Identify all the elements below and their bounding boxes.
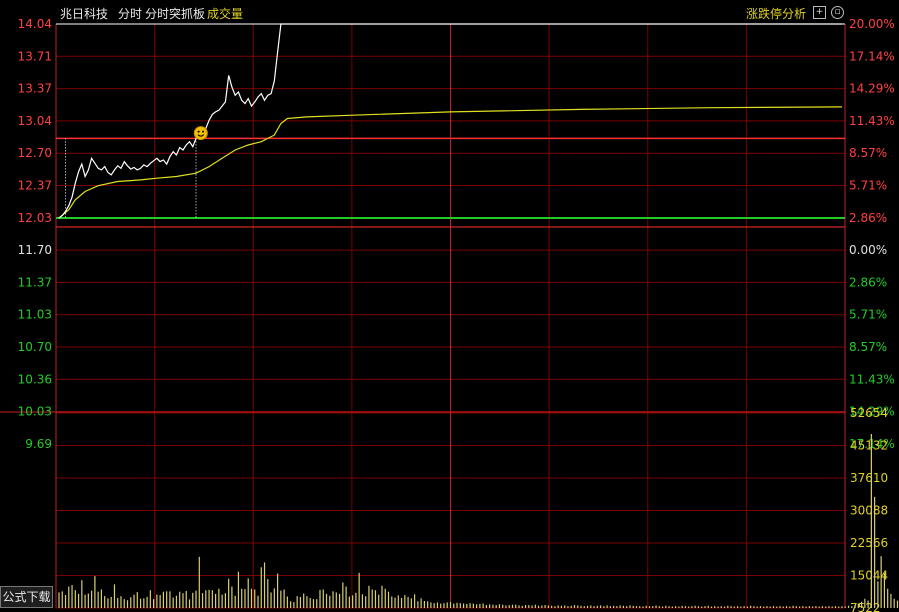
circle-toggle-icon[interactable]: ▫ — [831, 6, 844, 19]
grid-lines — [0, 23, 846, 609]
smiley-marker-icon[interactable] — [193, 126, 208, 141]
price-axis: 14.04 13.71 13.37 13.04 12.70 12.37 12.03 11.70… — [18, 17, 52, 451]
volume-tick-label: 45132 — [850, 439, 888, 453]
menu-intraday[interactable]: 分时 — [118, 5, 142, 22]
percent-tick-label: 11.43% — [849, 372, 895, 386]
price-tick-label: 13.71 — [18, 49, 52, 63]
formula-download-button[interactable]: 公式下载 — [0, 586, 53, 608]
percent-tick-label: 8.57% — [849, 146, 887, 160]
price-tick-label: 10.03 — [18, 405, 52, 419]
percent-tick-label: 0.00% — [849, 243, 887, 257]
percent-axis: 20.00% 17.14% 14.29% 11.43% 8.57% 5.71% 2.86% 0… — [849, 17, 895, 451]
percent-tick-label: 5.71% — [849, 308, 887, 322]
price-tick-label: 13.37 — [18, 82, 52, 96]
percent-tick-label: 2.86% — [849, 211, 887, 225]
price-tick-label: 12.70 — [18, 146, 52, 160]
price-tick-label: 11.03 — [18, 308, 52, 322]
smiley-eye — [202, 130, 205, 133]
limit-analysis-link[interactable]: 涨跌停分析 — [746, 5, 806, 22]
volume-bars — [58, 433, 899, 608]
price-tick-label: 10.36 — [18, 372, 52, 386]
volume-label[interactable]: 成交量 — [207, 5, 243, 22]
percent-tick-label: 5.71% — [849, 179, 887, 193]
volume-tick-label: 15044 — [850, 569, 888, 583]
percent-tick-label: 8.57% — [849, 340, 887, 354]
volume-tick-label: 52654 — [850, 406, 888, 420]
intraday-chart[interactable]: 14.04 13.71 13.37 13.04 12.70 12.37 12.03 11.70… — [0, 0, 899, 612]
percent-tick-label: 20.00% — [849, 17, 895, 31]
price-tick-label: 11.37 — [18, 275, 52, 289]
volume-tick-label: 30088 — [850, 504, 888, 518]
plus-icon[interactable]: + — [813, 6, 826, 19]
smiley-eye — [197, 130, 200, 133]
price-tick-label: 14.04 — [18, 17, 52, 31]
menu-breakout[interactable]: 分时突抓板 — [145, 5, 205, 22]
price-tick-label: 10.70 — [18, 340, 52, 354]
price-tick-label: 12.03 — [18, 211, 52, 225]
volume-tick-label: 37610 — [850, 471, 888, 485]
volume-tick-label: 22566 — [850, 536, 888, 550]
percent-tick-label: 14.29% — [849, 82, 895, 96]
price-tick-label: 13.04 — [18, 114, 52, 128]
percent-tick-label: 2.86% — [849, 275, 887, 289]
stock-name[interactable]: 兆日科技 — [60, 5, 108, 22]
smiley-face — [193, 126, 208, 141]
price-tick-label: 12.37 — [18, 179, 52, 193]
percent-tick-label: 17.14% — [849, 49, 895, 63]
price-tick-label: 9.69 — [25, 437, 52, 451]
price-tick-label: 11.70 — [18, 243, 52, 257]
percent-tick-label: 11.43% — [849, 114, 895, 128]
